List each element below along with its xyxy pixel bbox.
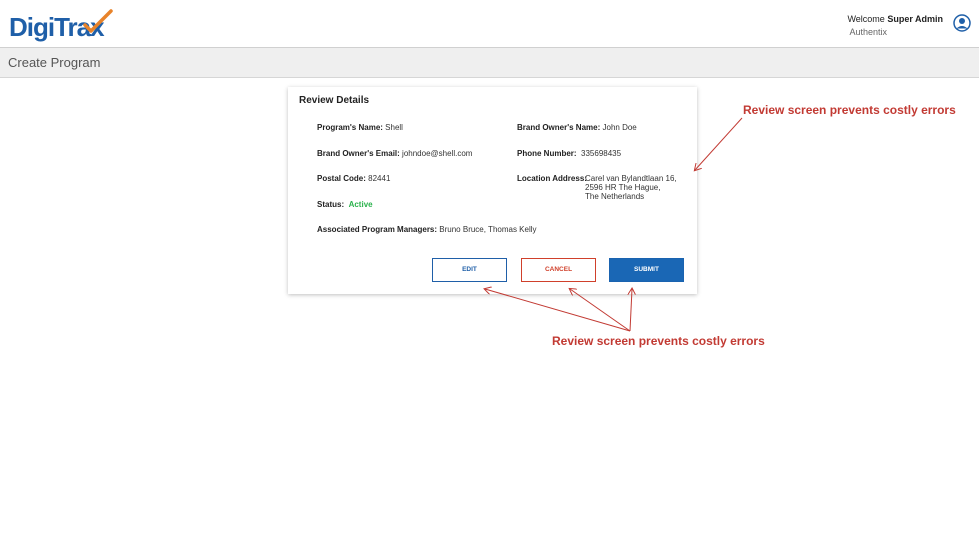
field-location-label: Location Address: [517,174,587,183]
review-details-card: Review Details Program's Name: Shell Bra… [288,87,697,294]
card-title: Review Details [299,95,370,106]
field-program-managers: Associated Program Managers: Bruno Bruce… [317,225,537,234]
user-avatar-icon[interactable] [953,14,971,32]
annotation-bottom: Review screen prevents costly errors [552,334,765,348]
field-phone-number: Phone Number: 335698435 [517,149,622,158]
page-title-bar: Create Program [0,48,979,78]
field-program-name: Program's Name: Shell [317,123,403,132]
arrow-to-submit [630,289,632,332]
welcome-text: Welcome [847,14,885,24]
field-postal-code: Postal Code: 82441 [317,174,391,183]
user-name: Super Admin [887,14,943,24]
field-status: Status: Active [317,200,373,209]
user-info: Welcome Super Admin Authentix [847,14,943,37]
logo-check-icon [83,9,113,33]
edit-button[interactable]: EDIT [432,258,507,282]
arrow-to-cancel [570,289,631,332]
annotation-top: Review screen prevents costly errors [743,103,956,117]
arrow-to-address [695,117,743,170]
field-location-address: Carel van Bylandtlaan 16, 2596 HR The Ha… [585,174,677,201]
org-name: Authentix [849,27,887,37]
cancel-button[interactable]: CANCEL [521,258,596,282]
page-title: Create Program [8,55,101,70]
arrow-to-edit [485,289,631,332]
submit-button[interactable]: SUBMIT [609,258,684,282]
field-brand-owner-email: Brand Owner's Email: johndoe@shell.com [317,149,473,158]
field-brand-owner-name: Brand Owner's Name: John Doe [517,123,637,132]
top-bar: DigiTrax Welcome Super Admin Authentix [0,0,979,48]
status-badge: Active [348,200,373,209]
